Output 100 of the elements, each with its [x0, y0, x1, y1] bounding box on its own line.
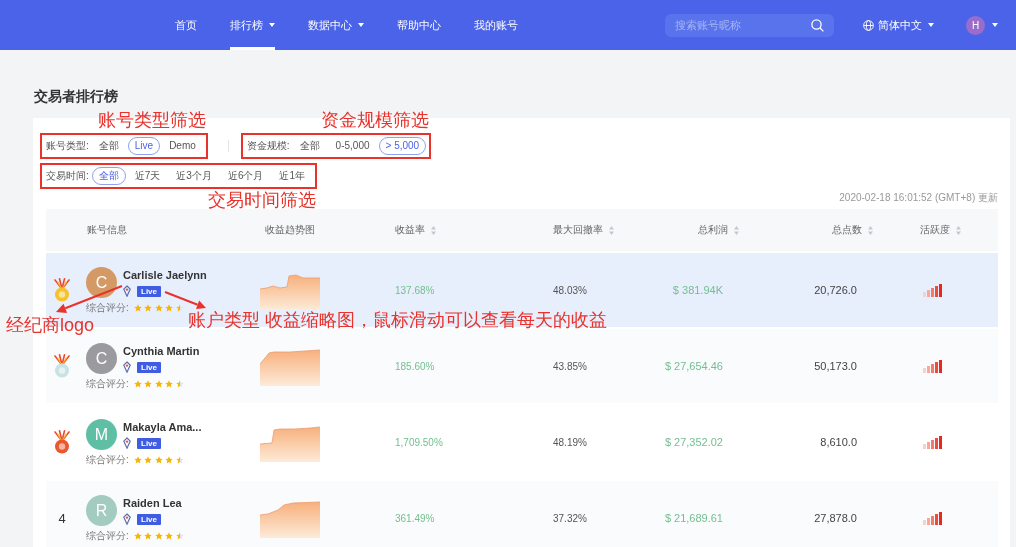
return-rate: 361.49% — [395, 512, 435, 524]
rating-label: 综合评分: — [86, 454, 129, 465]
trader-name[interactable]: Carlisle Jaelynn — [123, 268, 207, 282]
update-time: 2020-02-18 16:01:52 (GMT+8) 更新 — [839, 192, 998, 203]
column-header[interactable]: 活跃度 — [920, 223, 961, 237]
activity-bars-icon — [923, 359, 942, 373]
trader-avatar: R — [86, 495, 117, 526]
return-rate: 1,709.50% — [395, 436, 443, 448]
annotation-label: 账号类型筛选 — [97, 111, 206, 129]
account-type-badge: Live — [137, 285, 161, 297]
filter-label: 交易时间: — [46, 169, 89, 183]
star-icon — [165, 455, 174, 464]
user-avatar[interactable]: H — [966, 15, 985, 35]
column-header[interactable]: 收益率 — [395, 223, 436, 237]
max-drawdown: 43.85% — [553, 360, 587, 372]
star-icon — [133, 303, 142, 312]
profit-sparkline[interactable] — [260, 498, 320, 538]
profit-sparkline[interactable] — [260, 346, 320, 386]
nav-tab[interactable]: 帮助中心 — [397, 0, 441, 50]
table-row[interactable]: 4 R Raiden Lea Live 综合评分: 361.49% 37.32% $ 21,689.61 27,878.0 — [46, 481, 998, 547]
trader-name[interactable]: Raiden Lea — [123, 496, 182, 510]
filter-option[interactable]: 0-5,000 — [328, 137, 377, 155]
half-star-icon — [175, 303, 184, 312]
star-icon — [144, 379, 153, 388]
star-icon — [144, 531, 153, 540]
annotation-arrow — [163, 289, 208, 311]
sort-icon[interactable] — [734, 225, 739, 235]
callout-label: 账户类型 收益缩略图，鼠标滑动可以查看每天的收益 — [188, 311, 607, 329]
filter-option[interactable]: 近3个月 — [169, 167, 219, 185]
filter-option[interactable]: 全部 — [292, 137, 327, 155]
half-star-icon — [175, 531, 184, 540]
total-points: 27,878.0 — [814, 512, 857, 524]
total-profit: $ 27,654.46 — [664, 360, 723, 372]
nav-tab[interactable]: 数据中心 — [308, 0, 364, 50]
filter-option[interactable]: 全部 — [91, 137, 126, 155]
sort-icon[interactable] — [956, 225, 961, 235]
trader-avatar: C — [86, 267, 117, 298]
return-rate: 137.68% — [395, 284, 435, 296]
filter-option[interactable]: 近6个月 — [220, 167, 271, 185]
caret-icon[interactable] — [992, 23, 998, 27]
trader-name[interactable]: Makayla Ama... — [123, 420, 202, 434]
total-points: 8,610.0 — [820, 436, 857, 448]
nav-tab[interactable]: 我的账号 — [474, 0, 518, 50]
star-icon — [133, 379, 142, 388]
star-icon — [133, 531, 142, 540]
globe-icon — [863, 19, 874, 31]
star-icon — [154, 379, 163, 388]
caret-icon — [928, 23, 934, 27]
rating-label: 综合评分: — [86, 378, 129, 389]
rating-label: 综合评分: — [86, 302, 129, 313]
half-star-icon — [175, 379, 184, 388]
caret-icon — [358, 23, 364, 27]
activity-bars-icon — [923, 435, 942, 449]
activity-bars-icon — [923, 283, 942, 297]
return-rate: 185.60% — [395, 360, 435, 372]
max-drawdown: 48.03% — [553, 284, 587, 296]
pin-icon — [123, 361, 131, 373]
sort-icon[interactable] — [609, 225, 614, 235]
column-header[interactable]: 总点数 — [832, 223, 873, 237]
total-profit: $ 27,352.02 — [664, 436, 723, 448]
column-header[interactable]: 最大回撤率 — [553, 223, 614, 237]
filter-label: 账号类型: — [46, 139, 89, 153]
filter-option[interactable]: 近1年 — [272, 167, 313, 185]
star-icon — [133, 455, 142, 464]
sort-icon[interactable] — [431, 225, 436, 235]
column-header[interactable]: 总利润 — [698, 223, 739, 237]
sort-icon[interactable] — [868, 225, 873, 235]
caret-icon — [269, 23, 275, 27]
pin-icon — [123, 513, 131, 525]
pin-icon — [123, 437, 131, 449]
nav-tab[interactable]: 首页 — [175, 0, 197, 50]
search-icon[interactable] — [811, 18, 824, 32]
filter-option[interactable]: Demo — [162, 137, 203, 155]
rank-number: 4 — [58, 510, 66, 526]
nav-tab[interactable]: 排行榜 — [230, 0, 275, 50]
language-selector[interactable]: 简体中文 — [863, 17, 934, 33]
star-icon — [154, 455, 163, 464]
column-header: 账号信息 — [87, 223, 127, 237]
star-icon — [165, 303, 174, 312]
max-drawdown: 37.32% — [553, 512, 587, 524]
total-profit: $ 21,689.61 — [664, 512, 723, 524]
star-icon — [165, 379, 174, 388]
star-icon — [165, 531, 174, 540]
total-points: 50,173.0 — [814, 360, 857, 372]
pin-icon — [123, 285, 131, 297]
column-header: 收益趋势图 — [265, 223, 315, 237]
account-type-badge: Live — [137, 437, 161, 449]
trader-avatar: M — [86, 419, 117, 450]
star-icon — [154, 303, 163, 312]
activity-bars-icon — [923, 511, 942, 525]
search-field[interactable]: 搜索账号昵称 — [665, 13, 834, 37]
trader-avatar: C — [86, 343, 117, 374]
annotation-label: 资金规模筛选 — [321, 111, 430, 129]
total-points: 20,726.0 — [814, 284, 857, 296]
rating-label: 综合评分: — [86, 530, 129, 541]
total-profit: $ 381.94K — [672, 284, 723, 296]
max-drawdown: 48.19% — [553, 436, 587, 448]
filter-option[interactable]: 近7天 — [127, 167, 168, 185]
trader-name[interactable]: Cynthia Martin — [123, 344, 200, 358]
star-icon — [144, 303, 153, 312]
